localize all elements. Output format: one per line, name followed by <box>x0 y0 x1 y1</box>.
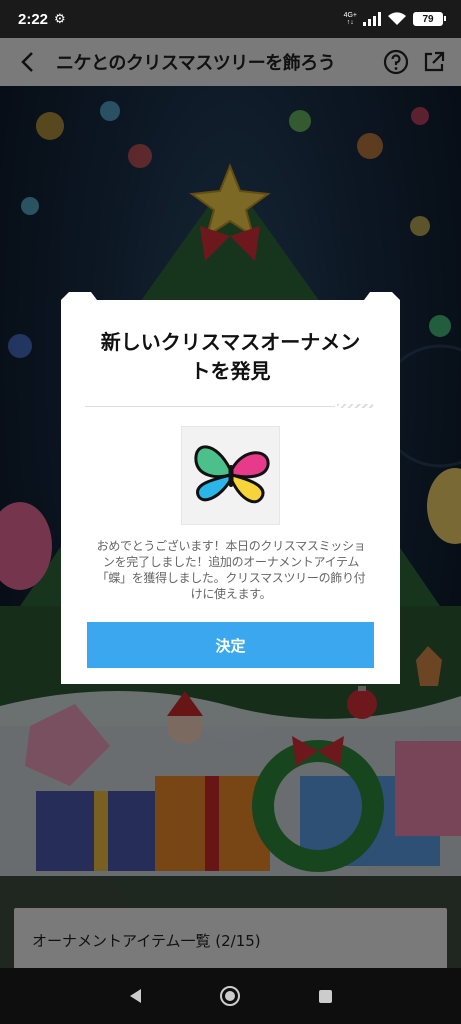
dialog-title: 新しいクリスマスオーナメントを発見 <box>100 330 361 383</box>
wifi-icon <box>388 12 406 25</box>
dialog-message: おめでとうございます！本日のクリスマスミッションを完了しました！追加のオーナメン… <box>96 539 366 601</box>
status-indicators: 4G+ ↑↓ 79 <box>343 12 446 26</box>
nav-home-icon[interactable] <box>219 986 240 1006</box>
status-time: 2:22 <box>18 10 49 28</box>
divider <box>85 406 335 407</box>
butterfly-icon <box>193 444 270 503</box>
network-type: 4G+ ↑↓ <box>343 12 357 26</box>
confirm-button[interactable]: 決定 <box>87 622 374 668</box>
system-nav-bar <box>0 968 461 1024</box>
cell-signal-icon <box>363 12 381 26</box>
ornament-discovered-dialog: 新しいクリスマスオーナメントを発見 おめでとうございます！本日のクリスマスミッシ… <box>61 292 400 684</box>
settings-gear-icon: ⚙ <box>54 11 66 27</box>
nav-back-icon[interactable] <box>129 989 141 1003</box>
ornament-item-frame <box>181 426 280 525</box>
status-bar: 2:22 ⚙ 4G+ ↑↓ 79 <box>0 0 461 38</box>
battery-icon: 79 <box>413 12 446 26</box>
divider-accent <box>337 404 373 408</box>
nav-recents-icon[interactable] <box>318 989 332 1003</box>
